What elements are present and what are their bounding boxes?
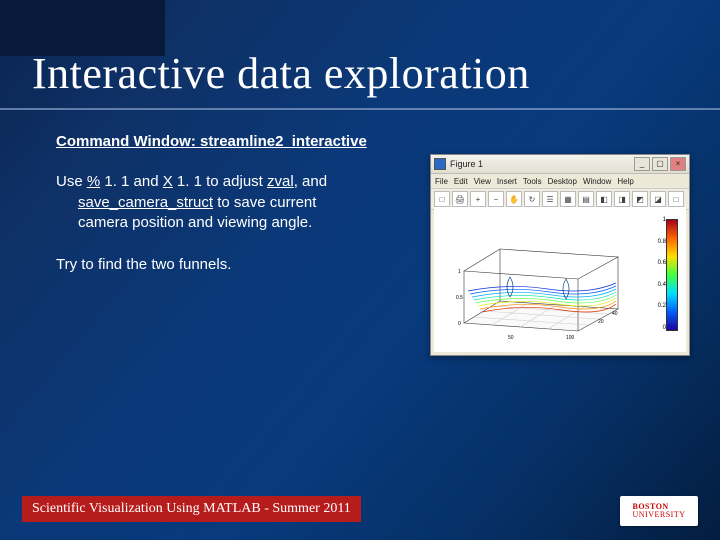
p1-mid3: camera position and viewing angle. bbox=[56, 213, 396, 233]
cbar-tick: 0.2 bbox=[658, 303, 666, 309]
slide: Interactive data exploration Command Win… bbox=[0, 0, 720, 540]
content-block: Command Window: streamline2_interactive … bbox=[56, 132, 396, 297]
close-button[interactable]: × bbox=[670, 157, 686, 171]
key-percent: % bbox=[87, 173, 100, 190]
tool-misc3-icon[interactable]: □ bbox=[668, 191, 684, 207]
menu-file[interactable]: File bbox=[435, 177, 448, 186]
svg-text:1: 1 bbox=[458, 269, 461, 275]
streamline-3d-plot: 0 0.5 1 50 100 20 40 bbox=[448, 231, 628, 341]
p1-pre: Use bbox=[56, 173, 87, 190]
svg-text:40: 40 bbox=[612, 311, 618, 317]
tool-zoomin-icon[interactable]: + bbox=[470, 191, 486, 207]
boston-university-logo: BOSTON UNIVERSITY bbox=[620, 496, 698, 526]
tool-zoomout-icon[interactable]: − bbox=[488, 191, 504, 207]
footer-text: Scientific Visualization Using MATLAB - … bbox=[32, 501, 351, 517]
menu-help[interactable]: Help bbox=[617, 177, 633, 186]
tool-new-icon[interactable]: □ bbox=[434, 191, 450, 207]
tool-legend-icon[interactable]: ◨ bbox=[614, 191, 630, 207]
figure-titlebar: Figure 1 _ ▢ × bbox=[431, 155, 689, 174]
menu-desktop[interactable]: Desktop bbox=[548, 177, 577, 186]
minimize-button[interactable]: _ bbox=[634, 157, 650, 171]
tool-datacursor-icon[interactable]: ☰ bbox=[542, 191, 558, 207]
paragraph-1: Use % 1. 1 and X 1. 1 to adjust zval, an… bbox=[56, 172, 396, 233]
tool-misc2-icon[interactable]: ◪ bbox=[650, 191, 666, 207]
tool-colorbar-icon[interactable]: ◧ bbox=[596, 191, 612, 207]
cmd-label: Command Window: bbox=[56, 133, 196, 150]
tool-link-icon[interactable]: ▤ bbox=[578, 191, 594, 207]
matlab-figure-window: Figure 1 _ ▢ × File Edit View Insert Too… bbox=[430, 154, 690, 356]
key-x: X bbox=[163, 173, 173, 190]
tool-pan-icon[interactable]: ✋ bbox=[506, 191, 522, 207]
command-window-line: Command Window: streamline2_interactive bbox=[56, 132, 396, 152]
slide-title: Interactive data exploration bbox=[32, 48, 530, 99]
footer-bar: Scientific Visualization Using MATLAB - … bbox=[22, 496, 361, 522]
cbar-tick: 0.6 bbox=[658, 260, 666, 266]
tool-rotate-icon[interactable]: ↻ bbox=[524, 191, 540, 207]
title-underline bbox=[0, 108, 720, 110]
var-zval: zval bbox=[267, 173, 294, 190]
svg-text:100: 100 bbox=[566, 335, 575, 341]
menu-insert[interactable]: Insert bbox=[497, 177, 517, 186]
svg-text:50: 50 bbox=[508, 335, 514, 341]
maximize-button[interactable]: ▢ bbox=[652, 157, 668, 171]
menu-window[interactable]: Window bbox=[583, 177, 611, 186]
svg-text:20: 20 bbox=[598, 319, 604, 325]
cmd-text: streamline2_interactive bbox=[200, 133, 367, 150]
figure-canvas: 0 0.5 1 50 100 20 40 1 0.8 0.6 0.4 0.2 0 bbox=[434, 207, 686, 352]
cbar-tick: 0.4 bbox=[658, 282, 666, 288]
cbar-tick: 1 bbox=[663, 217, 666, 223]
logo-line2: UNIVERSITY bbox=[633, 511, 686, 519]
tool-print-icon[interactable]: 🖨 bbox=[452, 191, 468, 207]
figure-appicon bbox=[434, 158, 446, 170]
func-save-camera: save_camera_struct bbox=[78, 194, 213, 211]
menu-tools[interactable]: Tools bbox=[523, 177, 542, 186]
tool-brush-icon[interactable]: ▦ bbox=[560, 191, 576, 207]
tool-misc1-icon[interactable]: ◩ bbox=[632, 191, 648, 207]
svg-text:0.5: 0.5 bbox=[456, 295, 463, 301]
p1-incr1: 1. 1 and bbox=[100, 173, 163, 190]
p1-mid1: , and bbox=[294, 173, 327, 190]
figure-title: Figure 1 bbox=[450, 159, 483, 169]
paragraph-2: Try to find the two funnels. bbox=[56, 255, 396, 275]
p1-incr2: 1. 1 to adjust bbox=[173, 173, 267, 190]
p1-mid2: to save current bbox=[213, 194, 316, 211]
colorbar bbox=[666, 219, 678, 331]
cbar-tick: 0.8 bbox=[658, 239, 666, 245]
colorbar-ticks: 1 0.8 0.6 0.4 0.2 0 bbox=[658, 217, 666, 331]
svg-text:0: 0 bbox=[458, 321, 461, 327]
menu-view[interactable]: View bbox=[474, 177, 491, 186]
menu-edit[interactable]: Edit bbox=[454, 177, 468, 186]
cbar-tick: 0 bbox=[663, 325, 666, 331]
figure-menubar: File Edit View Insert Tools Desktop Wind… bbox=[431, 174, 689, 189]
